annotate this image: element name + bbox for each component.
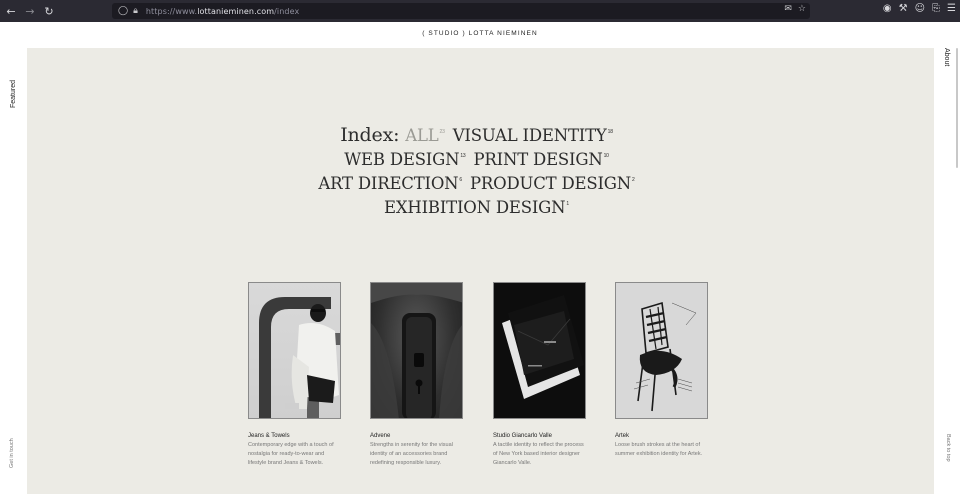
advene-artwork <box>371 283 462 418</box>
giancarlo-valle-artwork <box>502 295 584 399</box>
category-product-design[interactable]: PRODUCT DESIGN2 <box>470 174 637 193</box>
translate-icon[interactable]: ✉ <box>784 4 792 14</box>
page: ( STUDIO ) LOTTA NIEMINEN Featured About… <box>0 22 960 494</box>
back-to-top-link[interactable]: Back to top <box>945 434 951 462</box>
scrollbar[interactable] <box>956 48 958 168</box>
menu-icon[interactable]: ☰ <box>947 3 956 14</box>
bookmark-star-icon[interactable]: ☆ <box>798 4 806 14</box>
project-title[interactable]: Artek <box>615 433 708 439</box>
project-card[interactable]: Advene Strengths in serenity for the vis… <box>370 282 463 467</box>
back-arrow-icon[interactable]: ← <box>3 3 19 19</box>
account-icon[interactable]: ☺ <box>915 3 925 14</box>
project-grid: Jeans & Towels Contemporary edge with a … <box>248 282 718 482</box>
url-text: https://www.lottanieminen.com/index <box>145 6 300 16</box>
project-thumbnail-artek[interactable] <box>615 282 708 419</box>
project-description: Loose brush strokes at the heart of summ… <box>615 442 703 457</box>
project-card[interactable]: Artek Loose brush strokes at the heart o… <box>615 282 708 459</box>
category-print-design[interactable]: PRINT DESIGN10 <box>474 150 611 169</box>
project-title[interactable]: Jeans & Towels <box>248 433 341 439</box>
project-card[interactable]: Studio Giancarlo Valle A tactile identit… <box>493 282 586 467</box>
jeans-towels-artwork <box>259 297 340 418</box>
project-thumbnail-advene[interactable] <box>370 282 463 419</box>
browser-toolbar: ← → ↻ ◯ 🔒︎ https://www.lottanieminen.com… <box>0 0 960 22</box>
extensions-icon[interactable]: ⚒ <box>899 3 908 14</box>
category-visual-identity[interactable]: VISUAL IDENTITY18 <box>453 126 615 145</box>
index-label: Index: <box>340 124 400 146</box>
project-title[interactable]: Studio Giancarlo Valle <box>493 433 586 439</box>
get-in-touch-link[interactable]: Get in touch <box>9 438 15 468</box>
artek-artwork <box>633 301 697 412</box>
lock-icon[interactable]: 🔒︎ <box>133 6 138 16</box>
shield-icon[interactable]: ◯ <box>118 6 128 16</box>
category-art-direction[interactable]: ART DIRECTION6 <box>318 174 464 193</box>
address-bar[interactable]: ◯ 🔒︎ https://www.lottanieminen.com/index… <box>112 3 810 19</box>
featured-link[interactable]: Featured <box>10 80 17 108</box>
bookmark-list-icon[interactable]: ⎘ <box>932 3 940 14</box>
category-web-design[interactable]: WEB DESIGN13 <box>344 150 467 169</box>
project-thumbnail-giancarlo-valle[interactable] <box>493 282 586 419</box>
category-index: Index: ALL23 VISUAL IDENTITY18 WEB DESIGN1… <box>27 122 934 218</box>
pocket-icon[interactable]: ◉ <box>883 3 892 14</box>
forward-arrow-icon[interactable]: → <box>22 3 38 19</box>
project-title[interactable]: Advene <box>370 433 463 439</box>
project-description: Contemporary edge with a touch of nostal… <box>248 442 334 466</box>
reload-icon[interactable]: ↻ <box>41 3 57 19</box>
about-link[interactable]: About <box>943 48 950 66</box>
project-thumbnail-jeans-towels[interactable] <box>248 282 341 419</box>
project-description: A tactile identity to reflect the proces… <box>493 442 584 466</box>
site-logo[interactable]: ( STUDIO ) LOTTA NIEMINEN <box>0 30 960 37</box>
category-all[interactable]: ALL23 <box>405 126 446 145</box>
project-description: Strengths in serenity for the visual ide… <box>370 442 453 466</box>
category-exhibition-design[interactable]: EXHIBITION DESIGN1 <box>384 198 571 217</box>
project-card[interactable]: Jeans & Towels Contemporary edge with a … <box>248 282 341 467</box>
content-area: Index: ALL23 VISUAL IDENTITY18 WEB DESIGN1… <box>27 48 934 494</box>
